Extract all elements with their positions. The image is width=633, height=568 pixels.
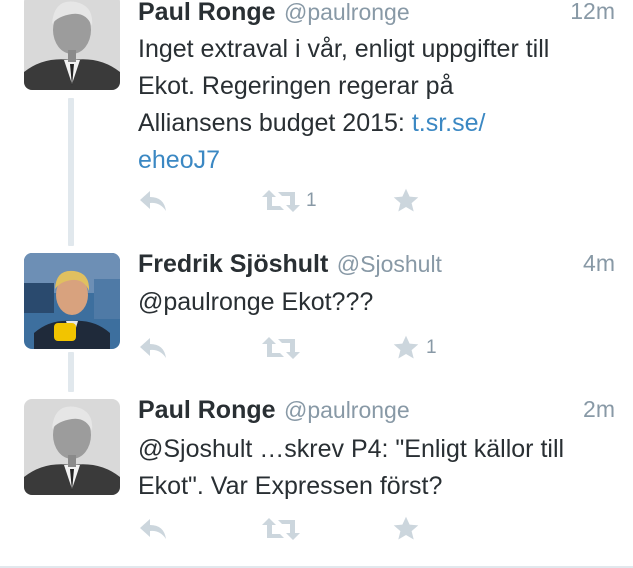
tweet-header: Fredrik Sjöshult @Sjoshult 4m [138, 250, 615, 280]
tweet-actions [138, 514, 458, 544]
tweet-text-line: @Sjoshult …skrev P4: "Enligt källor till [138, 435, 565, 463]
timestamp[interactable]: 4m [583, 250, 615, 277]
reply-button[interactable] [138, 333, 168, 363]
tweet-text: Inget extraval i vår, enligt uppgifter t… [138, 31, 617, 179]
tweet-header: Paul Ronge @paulronge 2m [138, 396, 615, 426]
star-icon [393, 188, 419, 212]
tweet-text-line: Alliansens budget 2015: t.sr.se/ [138, 105, 617, 142]
favorite-button[interactable]: 1 [392, 333, 437, 363]
retweet-button[interactable] [262, 333, 306, 363]
retweet-button[interactable]: 1 [262, 186, 317, 216]
tweet[interactable]: Paul Ronge @paulronge 2m @Sjoshult …skre… [0, 392, 633, 568]
author-name[interactable]: Paul Ronge [138, 396, 276, 424]
tweet-text-line: @paulronge Ekot??? [138, 288, 374, 316]
tweet[interactable]: Fredrik Sjöshult @Sjoshult 4m @paulronge… [0, 246, 633, 386]
favorite-button[interactable] [392, 514, 426, 544]
retweet-icon [262, 337, 300, 359]
tweet[interactable]: Paul Ronge @paulronge 12m Inget extraval… [0, 0, 633, 240]
avatar[interactable] [24, 399, 120, 495]
tweet-text: @Sjoshult …skrev P4: "Enligt källor till… [138, 431, 617, 505]
reply-icon [140, 519, 166, 539]
retweet-icon [262, 190, 300, 212]
tweet-text-line: Inget extraval i vår, enligt uppgifter t… [138, 35, 550, 63]
timestamp[interactable]: 2m [583, 396, 615, 423]
retweet-button[interactable] [262, 514, 306, 544]
reply-icon [140, 338, 166, 358]
author-name[interactable]: Paul Ronge [138, 0, 276, 26]
tweet-link[interactable]: t.sr.se/ [412, 109, 486, 137]
reply-icon [140, 191, 166, 211]
timestamp[interactable]: 12m [570, 0, 615, 25]
retweet-icon [262, 518, 300, 540]
tweet-text-segment: Alliansens budget 2015: [138, 109, 412, 137]
tweet-header: Paul Ronge @paulronge 12m [138, 0, 615, 28]
author-name[interactable]: Fredrik Sjöshult [138, 250, 328, 278]
reply-button[interactable] [138, 186, 168, 216]
author-handle[interactable]: @Sjoshult [337, 251, 442, 277]
tweet-actions: 1 [138, 333, 458, 363]
favorite-button[interactable] [392, 186, 426, 216]
star-icon [393, 335, 419, 359]
tweet-text-line: Ekot. Regeringen regerar på [138, 72, 454, 100]
tweet-link[interactable]: eheoJ7 [138, 146, 220, 174]
star-icon [393, 516, 419, 540]
retweet-count: 1 [306, 190, 317, 211]
avatar[interactable] [24, 0, 120, 90]
tweet-actions: 1 [138, 186, 458, 216]
author-handle[interactable]: @paulronge [284, 397, 410, 423]
tweet-text-line: eheoJ7 [138, 142, 617, 179]
reply-button[interactable] [138, 514, 168, 544]
tweet-text-line: Ekot". Var Expressen först? [138, 472, 443, 500]
favorite-count: 1 [426, 337, 437, 358]
avatar[interactable] [24, 253, 120, 349]
author-handle[interactable]: @paulronge [284, 0, 410, 25]
tweet-text: @paulronge Ekot??? [138, 284, 617, 321]
